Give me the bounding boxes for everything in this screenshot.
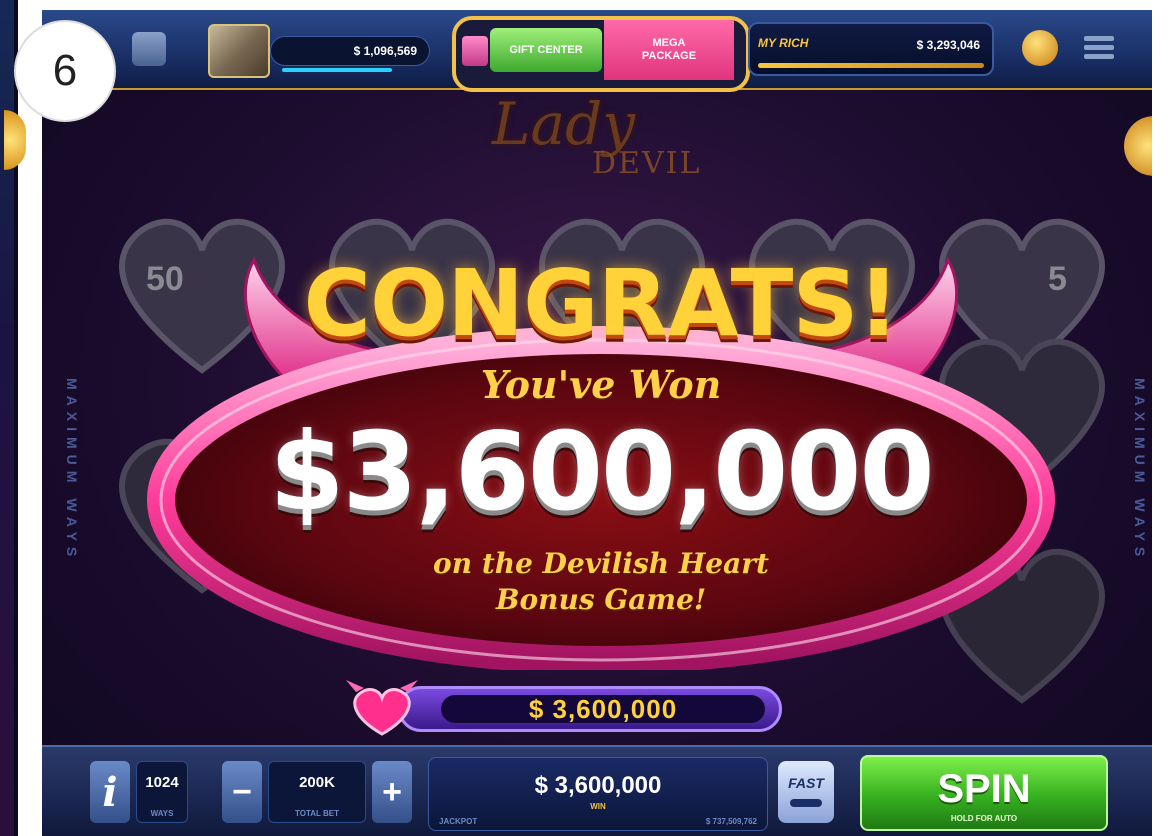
fast-indicator [790, 799, 822, 807]
win-display: $ 3,600,000 WIN JACKPOT $ 737,509,762 [428, 757, 768, 831]
slot-game-screen: $ 1,096,569 GIFT CENTER MEGA PACKAGE MY … [42, 10, 1152, 836]
level-progress-bar [282, 68, 392, 72]
gift-center-group: GIFT CENTER MEGA PACKAGE [452, 16, 750, 92]
previous-screen-strip [0, 0, 26, 836]
mega-label-line1: MEGA [652, 37, 686, 49]
fast-spin-toggle[interactable]: FAST [778, 761, 834, 823]
spin-hold-label: HOLD FOR AUTO [950, 814, 1018, 823]
reward-chest-icon[interactable] [1022, 30, 1058, 66]
jackpot-display[interactable]: MY RICH $ 3,293,046 [748, 22, 994, 76]
home-icon[interactable] [132, 32, 166, 66]
jackpot-tag: MY RICH [758, 36, 809, 50]
bottom-control-bar: i 1024 WAYS − 200K TOTAL BET + $ 3,600,0… [42, 745, 1152, 836]
mega-package-button[interactable]: MEGA PACKAGE [604, 20, 734, 80]
right-ways-label: MAXIMUM WAYS [1132, 377, 1148, 563]
left-ways-label: MAXIMUM WAYS [64, 377, 80, 563]
congrats-headline: CONGRATS! [303, 250, 899, 357]
jackpot-label: JACKPOT [439, 817, 478, 826]
bet-decrease-button[interactable]: − [222, 761, 262, 823]
spin-label: SPIN [937, 767, 1031, 811]
info-button[interactable]: i [90, 761, 130, 823]
bet-increase-button[interactable]: + [372, 761, 412, 823]
youve-won-text: You've Won [480, 362, 722, 407]
jackpot-progress-bar [758, 63, 984, 68]
step-number-badge: 6 [14, 20, 116, 122]
mega-label-line2: PACKAGE [641, 50, 697, 62]
win-amount: $3,600,000 [269, 410, 934, 535]
total-bet-value: 200K [299, 774, 335, 791]
side-bonus-coin-icon[interactable] [1124, 116, 1152, 176]
menu-icon[interactable] [1084, 36, 1114, 62]
jackpot-amount: $ 737,509,762 [705, 817, 757, 826]
bonus-game-text: on the Devilish Heart Bonus Game! [136, 546, 1066, 618]
fast-label: FAST [788, 775, 824, 791]
win-popup: CONGRATS! You've Won $3,600,000 on the D… [136, 250, 1066, 670]
spin-button[interactable]: SPIN HOLD FOR AUTO [860, 755, 1108, 831]
ways-label: WAYS [150, 809, 174, 818]
gift-box-icon [462, 36, 488, 66]
side-coin-icon [4, 110, 26, 170]
bonus-win-meter: $ 3,600,000 [342, 678, 782, 738]
game-logo: Lady DEVIL [462, 90, 742, 190]
coin-balance: $ 1,096,569 [270, 36, 430, 66]
win-meter-value: $ 3,600,000 [441, 694, 765, 724]
bonus-line-2: Bonus Game! [495, 583, 707, 616]
jackpot-value: $ 3,293,046 [916, 38, 980, 52]
player-avatar[interactable] [208, 24, 270, 78]
ways-display: 1024 WAYS [136, 761, 188, 823]
top-bar: $ 1,096,569 GIFT CENTER MEGA PACKAGE MY … [42, 10, 1152, 92]
gift-center-button[interactable]: GIFT CENTER [490, 28, 602, 72]
win-display-label: WIN [590, 802, 606, 811]
bonus-line-1: on the Devilish Heart [433, 547, 769, 580]
ways-value: 1024 [145, 774, 179, 791]
logo-devil-text: DEVIL [592, 146, 702, 181]
total-bet-label: TOTAL BET [295, 809, 339, 818]
devil-heart-icon [342, 678, 422, 738]
total-bet-display: 200K TOTAL BET [268, 761, 366, 823]
win-display-value: $ 3,600,000 [534, 772, 662, 799]
win-meter-pill: $ 3,600,000 [398, 686, 782, 732]
